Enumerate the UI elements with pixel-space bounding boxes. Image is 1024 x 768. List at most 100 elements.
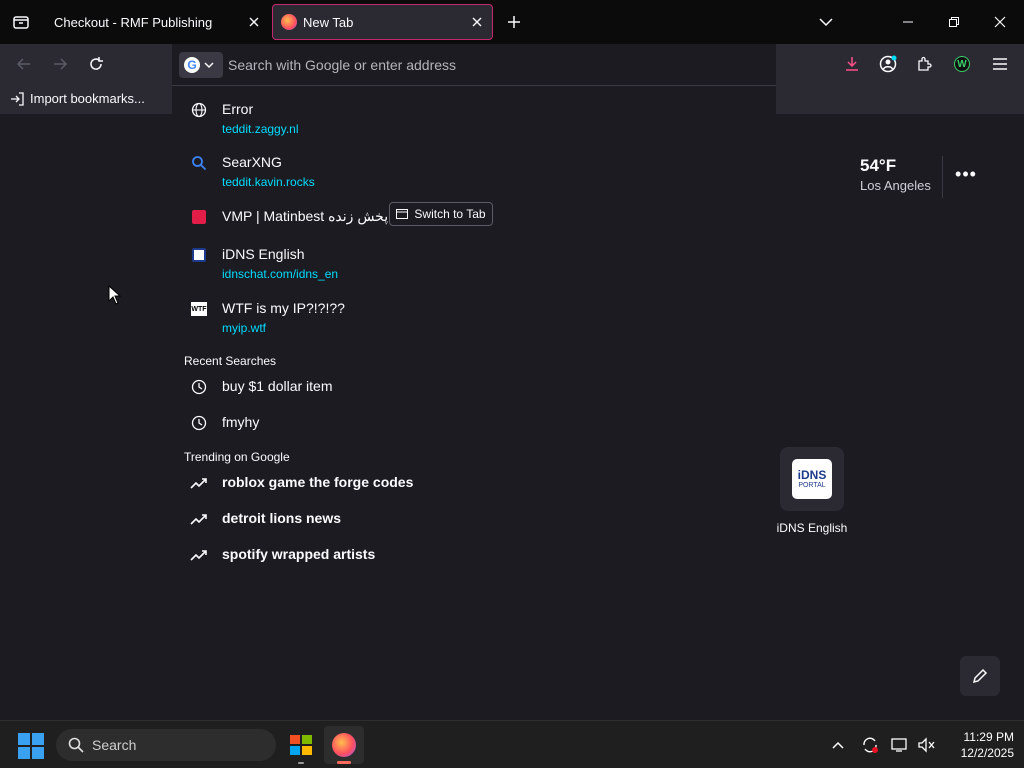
- pencil-icon: [972, 668, 988, 684]
- puzzle-icon: [918, 56, 932, 71]
- windows-logo-icon: [32, 733, 44, 745]
- clock-icon: [190, 414, 208, 432]
- tab-icon: [396, 209, 409, 219]
- reload-icon: [90, 57, 103, 70]
- shortcut-tile[interactable]: iDNS PORTAL: [780, 447, 844, 511]
- account-button[interactable]: [872, 48, 904, 80]
- trending-text: spotify wrapped artists: [222, 546, 376, 562]
- clock-date: 12/2/2025: [960, 746, 1014, 760]
- weather-divider: [942, 156, 943, 198]
- address-bar: G: [172, 44, 776, 86]
- wtf-favicon-icon: WTF: [190, 300, 208, 318]
- extension-w-button[interactable]: W: [946, 48, 978, 80]
- network-button[interactable]: [888, 733, 912, 757]
- search-engine-button[interactable]: G: [179, 52, 223, 78]
- back-button[interactable]: [8, 48, 40, 80]
- idns-logo-text: iDNS: [797, 467, 827, 482]
- close-tab-button[interactable]: [462, 17, 492, 27]
- microsoft-store-app[interactable]: [281, 726, 321, 764]
- windows-logo-icon: [18, 747, 30, 759]
- suggestion-url: teddit.kavin.rocks: [222, 175, 315, 189]
- google-icon: G: [184, 57, 200, 73]
- new-tab-page: [0, 114, 1024, 720]
- import-bookmarks-label: Import bookmarks...: [30, 91, 145, 106]
- suggestion-title: WTF is my IP?!?!??: [222, 300, 345, 316]
- weather-location: Los Angeles: [860, 178, 931, 193]
- chevron-down-icon: [819, 18, 833, 27]
- account-icon: [879, 55, 897, 73]
- start-button[interactable]: [18, 733, 44, 759]
- firefox-app[interactable]: [324, 726, 364, 764]
- plus-icon: [508, 16, 520, 28]
- close-icon: [249, 17, 259, 27]
- windows-logo-icon: [18, 733, 30, 745]
- sync-icon: [863, 737, 878, 753]
- trending-icon: [190, 510, 208, 528]
- suggestion-url: idnschat.com/idns_en: [222, 267, 339, 281]
- restore-button[interactable]: [932, 0, 976, 44]
- app-menu-button[interactable]: [984, 48, 1016, 80]
- reload-button[interactable]: [80, 48, 112, 80]
- import-bookmarks-button[interactable]: Import bookmarks...: [10, 91, 145, 106]
- weather-more-button[interactable]: •••: [950, 160, 982, 188]
- taskbar-search-label: Search: [92, 737, 137, 753]
- clock-icon: [190, 378, 208, 396]
- network-icon: [891, 738, 907, 752]
- suggestion-title: Error: [222, 101, 254, 117]
- chevron-down-icon: [204, 62, 214, 69]
- system-clock[interactable]: 11:29 PM 12/2/2025: [940, 729, 1014, 761]
- clock-time: 11:29 PM: [963, 730, 1014, 744]
- download-icon: [846, 57, 858, 71]
- tab-new-tab[interactable]: New Tab: [272, 4, 493, 40]
- forward-button[interactable]: [44, 48, 76, 80]
- suggestion-title: iDNS English: [222, 246, 305, 262]
- tab-title: New Tab: [303, 14, 354, 30]
- tab-bar: Checkout - RMF Publishing New Tab: [0, 0, 1024, 44]
- vmp-favicon-icon: [190, 208, 208, 226]
- close-tab-button[interactable]: [239, 17, 269, 27]
- idns-logo-subtext: PORTAL: [798, 481, 826, 489]
- address-input[interactable]: [228, 53, 768, 77]
- firefox-icon: [332, 733, 356, 757]
- trending-text: detroit lions news: [222, 510, 342, 526]
- volume-button[interactable]: [914, 733, 938, 757]
- trending-heading: Trending on Google: [184, 450, 290, 464]
- windows-logo-icon: [32, 747, 44, 759]
- sync-status-button[interactable]: [858, 733, 882, 757]
- more-options-icon: •••: [955, 163, 977, 184]
- tab-list-icon: [13, 16, 29, 29]
- app-indicator: [298, 762, 304, 764]
- new-tab-button[interactable]: [500, 8, 528, 36]
- taskbar-search[interactable]: Search: [56, 729, 276, 761]
- idns-logo: iDNS PORTAL: [792, 459, 832, 499]
- trending-text: roblox game the forge codes: [222, 474, 414, 490]
- search-icon: [190, 154, 208, 172]
- tab-checkout[interactable]: Checkout - RMF Publishing: [44, 4, 269, 40]
- trending-icon: [190, 474, 208, 492]
- chevron-up-icon: [832, 741, 844, 749]
- recent-searches-heading: Recent Searches: [184, 354, 277, 368]
- extensions-button[interactable]: [908, 48, 940, 80]
- extension-w-icon: W: [954, 56, 970, 72]
- suggestion-title: SearXNG: [222, 154, 282, 170]
- tab-list-button[interactable]: [0, 0, 42, 44]
- switch-to-tab-label: Switch to Tab: [414, 207, 486, 221]
- store-icon: [290, 735, 312, 755]
- recent-search-text: buy $1 dollar item: [222, 378, 333, 394]
- customize-button[interactable]: [960, 656, 1000, 696]
- switch-to-tab-button[interactable]: Switch to Tab: [389, 202, 493, 226]
- close-window-button[interactable]: [978, 0, 1022, 44]
- volume-muted-icon: [918, 737, 935, 753]
- minimize-button[interactable]: [886, 0, 930, 44]
- trending-icon: [190, 546, 208, 564]
- downloads-button[interactable]: [836, 48, 868, 80]
- tab-title: Checkout - RMF Publishing: [54, 14, 213, 30]
- idns-favicon-icon: [190, 246, 208, 264]
- app-active-indicator: [337, 761, 351, 764]
- weather-temperature: 54°F: [860, 156, 897, 175]
- list-all-tabs-button[interactable]: [804, 0, 848, 44]
- minimize-icon: [903, 21, 913, 23]
- show-hidden-icons-button[interactable]: [826, 733, 850, 757]
- suggestion-url: myip.wtf: [222, 321, 267, 335]
- weather-widget[interactable]: 54°F Los Angeles: [860, 156, 940, 193]
